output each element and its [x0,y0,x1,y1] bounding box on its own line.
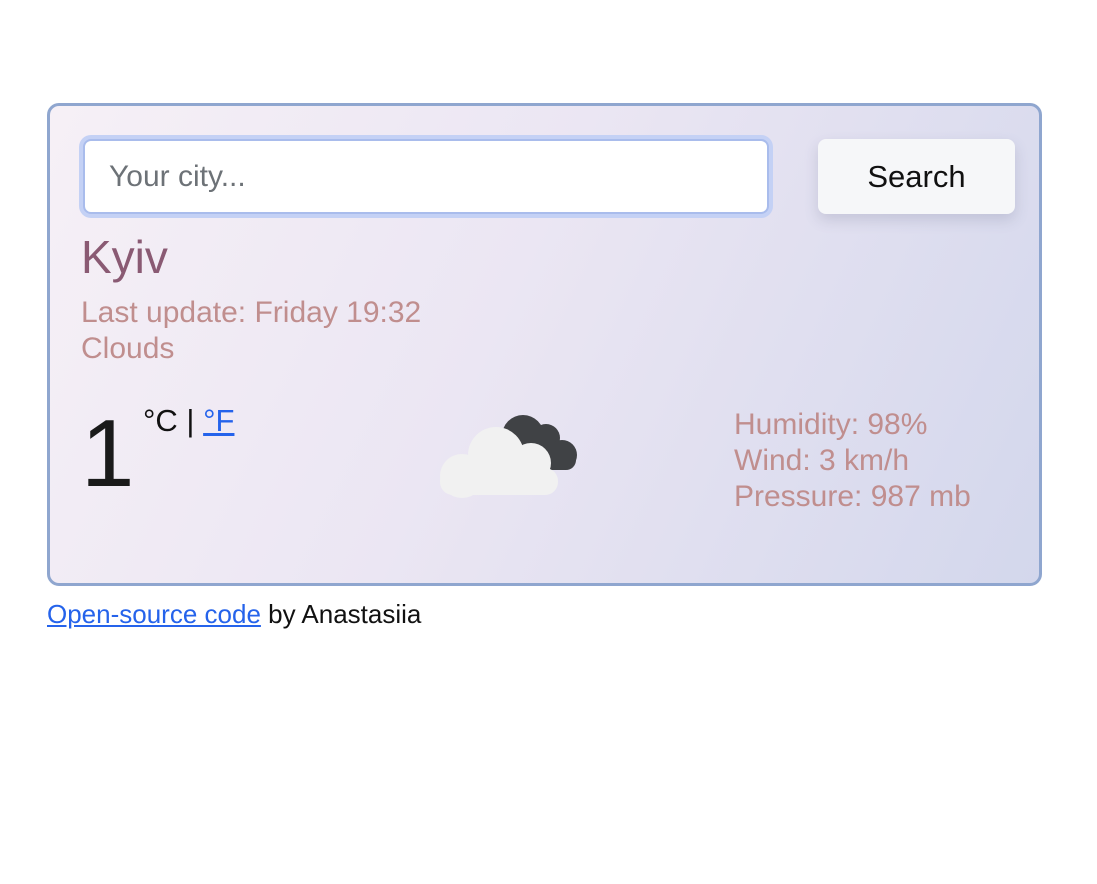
open-source-link[interactable]: Open-source code [47,599,261,629]
dark-cloud-over-light-cloud-icon [440,415,577,498]
wind: Wind: 3 km/h [734,443,971,479]
pressure-label: Pressure: [734,480,863,513]
wind-value: 3 km/h [819,444,910,477]
city-name: Kyiv [81,231,168,283]
temperature-value: 1 [81,400,135,507]
last-update-value: Friday 19:32 [254,296,422,329]
search-button[interactable]: Search [818,139,1015,214]
footer-author: by Anastasiia [268,599,422,629]
weather-description: Clouds [81,332,175,365]
last-update: Last update: Friday 19:32 [81,295,421,331]
humidity-value: 98% [867,408,928,441]
weather-card: Search Kyiv Last update: Friday 19:32 Cl… [47,103,1042,586]
humidity-label: Humidity: [734,408,860,441]
pressure: Pressure: 987 mb [734,479,971,515]
humidity: Humidity: 98% [734,407,971,443]
celsius-unit: °C [143,403,178,438]
unit-switcher: °C | °F [143,405,234,436]
fahrenheit-link[interactable]: °F [203,403,234,438]
last-update-label: Last update: [81,296,247,329]
city-search-input[interactable] [83,139,769,214]
weather-meta: Last update: Friday 19:32 Clouds [81,295,421,367]
pressure-value: 987 mb [870,480,971,513]
footer-credit: Open-source code by Anastasiia [47,599,421,630]
weather-details: Humidity: 98% Wind: 3 km/h Pressure: 987… [734,407,971,515]
unit-separator: | [186,403,195,438]
wind-label: Wind: [734,444,811,477]
